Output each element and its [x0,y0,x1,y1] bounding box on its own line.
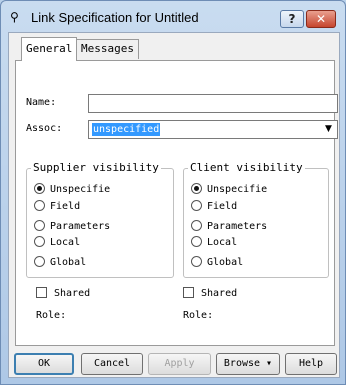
supplier-visibility-group: Supplier visibility Unspecifie Field Par… [26,161,174,278]
dropdown-arrow-icon[interactable]: ▼ [321,122,336,137]
general-panel: Name: Assoc: unspecified ▼ Supplier visi… [15,60,338,346]
client-shared-checkbox[interactable]: Shared [183,287,237,301]
client-radio-field[interactable]: Field [191,200,237,214]
name-input[interactable] [88,94,338,113]
help-button[interactable]: Help [285,353,337,375]
supplier-radio-global[interactable]: Global [34,256,86,270]
supplier-radio-local[interactable]: Local [34,236,80,250]
radio-selected-icon[interactable] [34,183,45,194]
assoc-value: unspecified [92,123,161,136]
client-radio-global[interactable]: Global [191,256,243,270]
tab-general[interactable]: General [21,37,78,61]
help-title-button[interactable]: ? [280,10,304,28]
name-label: Name: [26,97,57,108]
title-bar[interactable]: ⚲ Link Specification for Untitled ? ✕ [1,1,345,31]
radio-icon[interactable] [191,256,202,267]
radio-icon[interactable] [34,220,45,231]
supplier-visibility-title: Supplier visibility [31,161,161,174]
client-role-label: Role: [183,310,214,321]
checkbox-icon[interactable] [36,287,47,298]
radio-icon[interactable] [191,236,202,247]
client-visibility-title: Client visibility [188,161,305,174]
assoc-select[interactable]: unspecified ▼ [88,120,338,139]
dialog-client: General Messages Name: Assoc: unspecifie… [8,32,340,378]
radio-icon[interactable] [191,220,202,231]
checkbox-icon[interactable] [183,287,194,298]
supplier-role-label: Role: [36,310,67,321]
radio-icon[interactable] [34,256,45,267]
client-radio-parameters[interactable]: Parameters [191,220,267,234]
supplier-radio-field[interactable]: Field [34,200,80,214]
apply-button[interactable]: Apply [148,353,211,375]
cancel-button[interactable]: Cancel [81,353,143,375]
close-button[interactable]: ✕ [306,10,336,28]
radio-icon[interactable] [34,200,45,211]
supplier-radio-parameters[interactable]: Parameters [34,220,110,234]
radio-selected-icon[interactable] [191,183,202,194]
supplier-radio-unspecified[interactable]: Unspecifie [34,183,110,197]
supplier-shared-checkbox[interactable]: Shared [36,287,90,301]
client-radio-local[interactable]: Local [191,236,237,250]
tab-messages[interactable]: Messages [76,39,139,59]
assoc-label: Assoc: [26,123,63,134]
radio-icon[interactable] [34,236,45,247]
client-visibility-group: Client visibility Unspecifie Field Param… [183,161,329,278]
window-title: Link Specification for Untitled [31,10,199,25]
browse-button[interactable]: Browse ▾ [216,353,280,375]
ok-button[interactable]: OK [14,353,74,375]
client-radio-unspecified[interactable]: Unspecifie [191,183,267,197]
radio-icon[interactable] [191,200,202,211]
app-icon: ⚲ [10,10,19,24]
dialog-window: ⚲ Link Specification for Untitled ? ✕ Ge… [0,0,346,385]
